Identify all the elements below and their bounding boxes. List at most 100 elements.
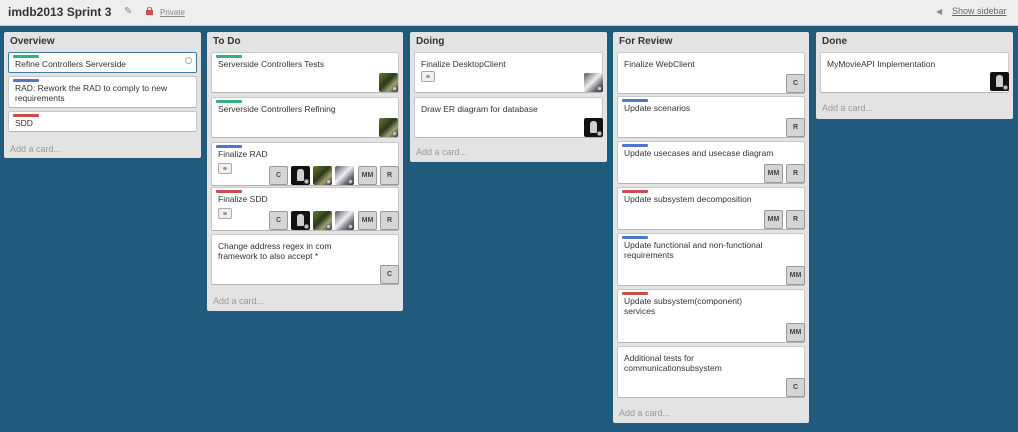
label-green: [13, 55, 39, 58]
card-title: Draw ER diagram for database: [421, 104, 538, 114]
member-r[interactable]: R: [786, 164, 805, 183]
card[interactable]: SDD: [8, 111, 197, 132]
card-title: Update functional and non-functional req…: [624, 240, 763, 260]
card[interactable]: RAD: Rework the RAD to comply to new req…: [8, 76, 197, 108]
card-title: Additional tests for communicationsubsys…: [624, 353, 722, 373]
member-avatar[interactable]: [584, 118, 603, 137]
member-avatar[interactable]: [335, 211, 354, 230]
list-title: To Do: [213, 36, 241, 47]
member-r[interactable]: R: [380, 166, 399, 185]
member-avatar[interactable]: [379, 118, 398, 137]
pencil-icon[interactable]: ✎: [124, 6, 132, 17]
card[interactable]: MyMovieAPI Implementation: [820, 52, 1009, 93]
eye-icon: [218, 163, 232, 174]
card-title: Finalize RAD: [218, 149, 268, 159]
card[interactable]: Finalize DesktopClient: [414, 52, 603, 93]
list-title: Doing: [416, 36, 445, 47]
card[interactable]: Update subsystem(component) services MM: [617, 289, 805, 343]
label-blue: [13, 79, 39, 82]
card[interactable]: Additional tests for communicationsubsys…: [617, 346, 805, 398]
label-red: [216, 190, 242, 193]
member-c[interactable]: C: [380, 265, 399, 284]
member-c[interactable]: C: [269, 211, 288, 230]
card-title: MyMovieAPI Implementation: [827, 59, 936, 69]
label-green: [216, 100, 242, 103]
card-title: Finalize WebClient: [624, 59, 695, 69]
member-mm[interactable]: MM: [764, 210, 783, 229]
list-todo: To Do Serverside Controllers Tests Serve…: [207, 32, 403, 311]
member-avatar[interactable]: [291, 166, 310, 185]
card[interactable]: Update usecases and usecase diagram MM R: [617, 141, 805, 184]
card-title: Update subsystem(component) services: [624, 296, 743, 316]
add-card-link[interactable]: Add a card...: [416, 147, 467, 157]
close-icon[interactable]: [185, 57, 192, 64]
card-title: Finalize DesktopClient: [421, 59, 506, 69]
card[interactable]: Finalize SDD C MM R: [211, 187, 399, 231]
lock-icon: [146, 7, 153, 15]
card[interactable]: Update subsystem decomposition MM R: [617, 187, 805, 230]
member-mm[interactable]: MM: [786, 266, 805, 285]
list-title: Overview: [10, 36, 55, 47]
member-c[interactable]: C: [269, 166, 288, 185]
card[interactable]: Refine Controllers Serverside: [8, 52, 197, 73]
add-card-link[interactable]: Add a card...: [822, 103, 873, 113]
card-title: Update subsystem decomposition: [624, 194, 752, 204]
add-card-link[interactable]: Add a card...: [213, 296, 264, 306]
member-avatar[interactable]: [313, 166, 332, 185]
label-blue: [622, 99, 648, 102]
show-sidebar-link[interactable]: Show sidebar: [952, 6, 1007, 16]
add-card-link[interactable]: Add a card...: [619, 408, 670, 418]
card[interactable]: Update functional and non-functional req…: [617, 233, 805, 286]
card-title: Finalize SDD: [218, 194, 268, 204]
member-avatar[interactable]: [379, 73, 398, 92]
card-title: RAD: Rework the RAD to comply to new req…: [15, 83, 168, 103]
card[interactable]: Serverside Controllers Tests: [211, 52, 399, 93]
list-doing: Doing Finalize DesktopClient Draw ER dia…: [410, 32, 607, 162]
list-title: For Review: [619, 36, 673, 47]
card-title: Update usecases and usecase diagram: [624, 148, 774, 158]
list-done: Done MyMovieAPI Implementation Add a car…: [816, 32, 1013, 119]
label-blue: [216, 145, 242, 148]
member-c[interactable]: C: [786, 378, 805, 397]
member-mm[interactable]: MM: [764, 164, 783, 183]
visibility-link[interactable]: Private: [160, 8, 185, 17]
card-title: Change address regex in com framework to…: [218, 241, 332, 261]
label-blue: [622, 144, 648, 147]
card[interactable]: Serverside Controllers Refining: [211, 97, 399, 138]
board-header: imdb2013 Sprint 3 ✎ Private ◀ Show sideb…: [0, 0, 1018, 26]
card-title: Serverside Controllers Tests: [218, 59, 325, 69]
member-c[interactable]: C: [786, 74, 805, 93]
member-avatar[interactable]: [335, 166, 354, 185]
label-red: [622, 292, 648, 295]
card[interactable]: Change address regex in com framework to…: [211, 234, 399, 285]
list-for-review: For Review Finalize WebClient C Update s…: [613, 32, 809, 423]
card[interactable]: Draw ER diagram for database: [414, 97, 603, 138]
card[interactable]: Update scenarios R: [617, 96, 805, 138]
card-title: Update scenarios: [624, 103, 691, 113]
label-red: [13, 114, 39, 117]
card-title: Refine Controllers Serverside: [15, 59, 127, 69]
card-title: Serverside Controllers Refining: [218, 104, 336, 114]
label-blue: [622, 236, 648, 239]
member-r[interactable]: R: [380, 211, 399, 230]
card-title: SDD: [15, 118, 33, 128]
board-title[interactable]: imdb2013 Sprint 3: [8, 5, 111, 19]
eye-icon: [218, 208, 232, 219]
member-avatar[interactable]: [291, 211, 310, 230]
member-avatar[interactable]: [990, 72, 1009, 91]
member-mm[interactable]: MM: [358, 211, 377, 230]
member-avatar[interactable]: [584, 73, 603, 92]
add-card-link[interactable]: Add a card...: [10, 144, 61, 154]
list-overview: Overview Refine Controllers Serverside R…: [4, 32, 201, 158]
member-mm[interactable]: MM: [786, 323, 805, 342]
card[interactable]: Finalize RAD C MM R: [211, 142, 399, 186]
list-title: Done: [822, 36, 847, 47]
member-r[interactable]: R: [786, 118, 805, 137]
card[interactable]: Finalize WebClient C: [617, 52, 805, 94]
member-r[interactable]: R: [786, 210, 805, 229]
arrow-left-icon[interactable]: ◀: [936, 7, 942, 16]
label-red: [622, 190, 648, 193]
member-avatar[interactable]: [313, 211, 332, 230]
member-mm[interactable]: MM: [358, 166, 377, 185]
label-green: [216, 55, 242, 58]
